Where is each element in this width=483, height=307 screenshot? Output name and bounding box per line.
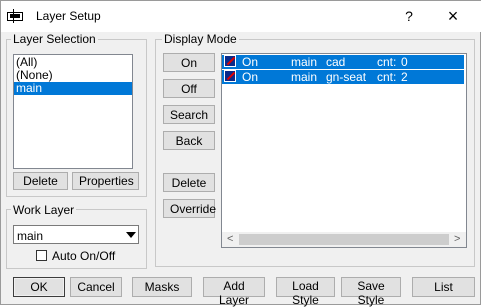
cancel-button[interactable]: Cancel (70, 277, 122, 297)
layer-selection-label: Layer Selection (11, 32, 98, 46)
title-bar: Layer Setup ? × (1, 1, 482, 32)
auto-onoff-label: Auto On/Off (52, 249, 116, 263)
layer-delete-button[interactable]: Delete (13, 172, 68, 190)
row-name: gn-seat (326, 70, 367, 84)
add-layer-button[interactable]: Add Layer (203, 277, 265, 307)
display-mode-list[interactable]: On main cad cnt: 0 On main gn-seat cnt: … (221, 53, 467, 248)
save-style-button[interactable]: Save Style (341, 277, 401, 307)
app-icon (7, 9, 23, 23)
row-cnt: 2 (401, 70, 408, 84)
off-button[interactable]: Off (163, 79, 215, 98)
properties-button[interactable]: Properties (72, 172, 139, 190)
load-style-button[interactable]: Load Style (276, 277, 335, 307)
row-cnt-label: cnt: (377, 70, 397, 84)
layer-list[interactable]: (All) (None) main (13, 54, 133, 169)
work-layer-select[interactable]: main (13, 225, 139, 244)
ok-button[interactable]: OK (13, 277, 65, 297)
close-button[interactable]: × (441, 5, 465, 27)
display-delete-button[interactable]: Delete (163, 173, 215, 192)
row-layer: main (291, 55, 318, 69)
row-state: On (242, 70, 259, 84)
scroll-right-icon[interactable]: > (454, 232, 460, 246)
list-item[interactable]: main (14, 82, 132, 95)
masks-button[interactable]: Masks (132, 277, 192, 297)
search-button[interactable]: Search (163, 105, 215, 124)
layer-setup-dialog: Layer Setup ? × Layer Selection (All) (N… (0, 0, 482, 307)
list-button[interactable]: List (412, 277, 475, 297)
chevron-down-icon[interactable] (126, 232, 136, 238)
row-cnt-label: cnt: (377, 55, 397, 69)
row-cnt: 0 (401, 55, 408, 69)
work-layer-label: Work Layer (11, 203, 77, 217)
override-button[interactable]: Override (163, 199, 216, 218)
layer-visibility-icon[interactable] (224, 55, 236, 67)
help-button[interactable]: ? (397, 5, 421, 27)
row-state: On (242, 55, 259, 69)
table-row[interactable]: On main cad cnt: 0 (222, 55, 464, 69)
row-name: cad (326, 55, 346, 69)
on-button[interactable]: On (163, 53, 215, 72)
table-row[interactable]: On main gn-seat cnt: 2 (222, 70, 464, 84)
row-layer: main (291, 70, 318, 84)
auto-onoff-checkbox[interactable] (36, 250, 47, 261)
work-layer-value: main (17, 229, 44, 243)
window-title: Layer Setup (36, 9, 101, 23)
back-button[interactable]: Back (163, 131, 215, 150)
horizontal-scrollbar[interactable]: < > (222, 232, 466, 247)
scrollbar-thumb[interactable] (239, 234, 449, 245)
layer-visibility-icon[interactable] (224, 70, 236, 82)
scroll-left-icon[interactable]: < (227, 232, 233, 246)
display-mode-label: Display Mode (162, 32, 239, 46)
